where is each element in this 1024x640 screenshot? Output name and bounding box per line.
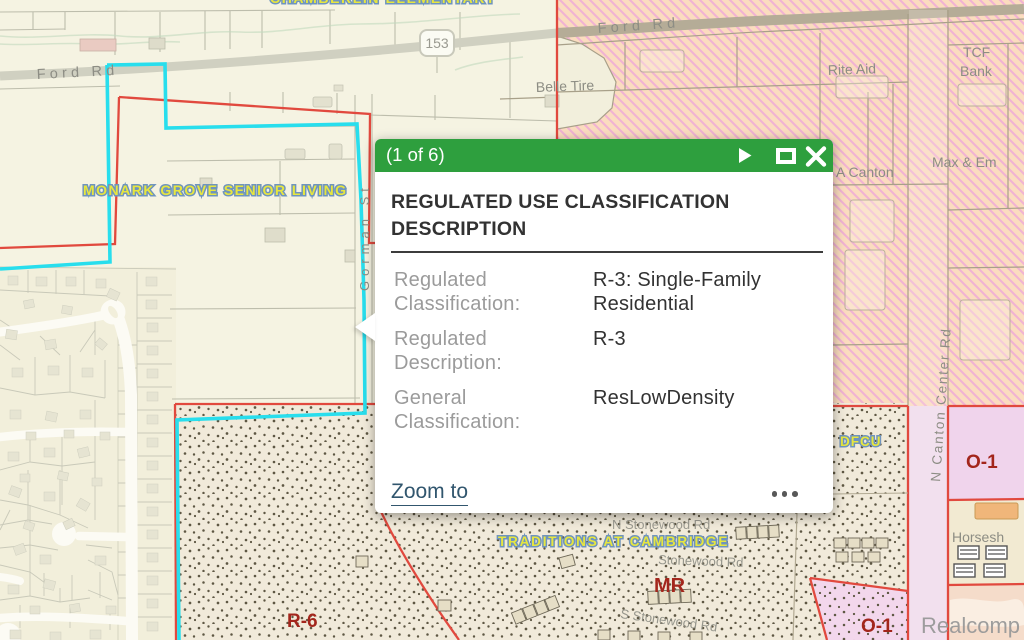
svg-text:Realcomp: Realcomp [921, 613, 1020, 638]
svg-text:O-1: O-1 [861, 616, 893, 637]
svg-text:TCF: TCF [963, 44, 990, 60]
svg-text:A Canton: A Canton [836, 164, 894, 180]
svg-text:153: 153 [425, 35, 449, 51]
svg-text:O-1: O-1 [966, 452, 998, 473]
svg-text:R-6: R-6 [287, 611, 318, 632]
svg-text:CHAMBERLIN ELEMENTARY: CHAMBERLIN ELEMENTARY [270, 0, 496, 6]
svg-text:DFCU: DFCU [840, 434, 882, 449]
svg-text:Bank: Bank [960, 63, 993, 79]
svg-text:TRADITIONS AT CAMBRIDGE: TRADITIONS AT CAMBRIDGE [498, 534, 729, 549]
svg-text:Max & Em: Max & Em [932, 154, 997, 170]
svg-text:Rite Aid: Rite Aid [828, 60, 877, 78]
svg-text:MR: MR [654, 575, 686, 597]
svg-text:Gorman St: Gorman St [357, 183, 372, 291]
svg-text:Belle Tire: Belle Tire [536, 77, 595, 95]
svg-text:Stonewood Rd: Stonewood Rd [658, 552, 744, 570]
svg-text:N Stonewood Rd: N Stonewood Rd [612, 517, 710, 532]
svg-text:MONARK GROVE SENIOR LIVING: MONARK GROVE SENIOR LIVING [83, 182, 348, 198]
svg-text:Horsesh: Horsesh [952, 529, 1004, 545]
